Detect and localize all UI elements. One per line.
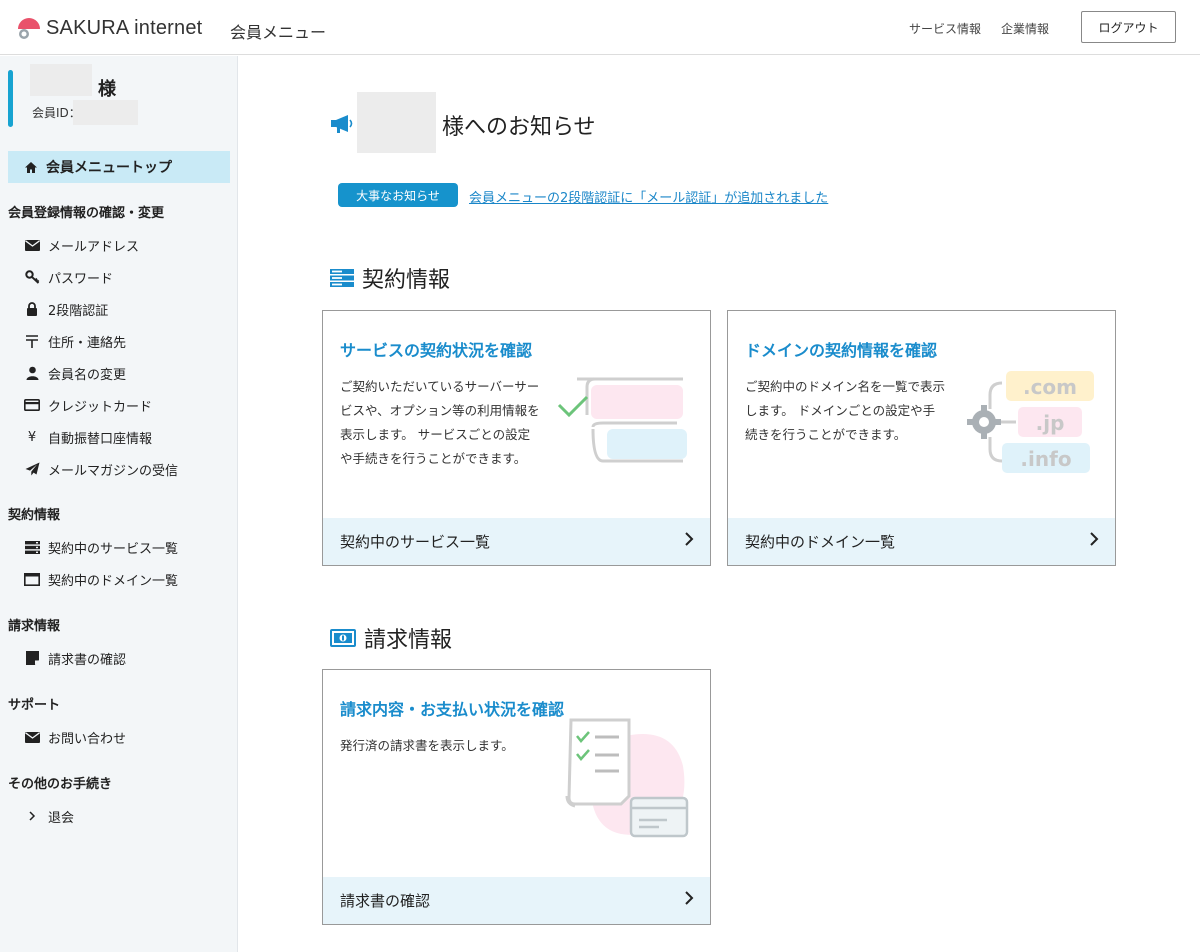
notice-user-redacted — [357, 92, 436, 153]
user-icon — [24, 365, 40, 381]
envelope-icon — [24, 729, 40, 745]
tld-com-label: .com — [1023, 375, 1077, 399]
sidebar-item-service-list[interactable]: 契約中のサービス一覧 — [24, 536, 178, 558]
header-title: 会員メニュー — [230, 23, 327, 42]
sidebar-item-label: 自動振替口座情報 — [48, 431, 153, 447]
server-icon — [24, 539, 40, 555]
sidebar-item-label: メールマガジンの受信 — [48, 463, 179, 479]
sidebar-item-2fa[interactable]: 2段階認証 — [24, 298, 108, 320]
card-footer-label: 契約中のドメイン一覧 — [745, 533, 896, 551]
section-title: 請求情報 — [364, 628, 453, 653]
sidebar-section-title: 会員登録情報の確認・変更 — [8, 206, 165, 221]
sidebar-item-bank-account[interactable]: ¥ 自動振替口座情報 — [24, 426, 152, 448]
sidebar-item-label: 契約中のサービス一覧 — [48, 541, 179, 557]
card-description: ご契約中のドメイン名を一覧で表示します。 ドメインごとの設定や手続きを行うことが… — [745, 379, 946, 442]
section-title: 契約情報 — [362, 268, 451, 293]
chevron-right-icon — [684, 531, 694, 552]
sidebar-item-credit-card[interactable]: クレジットカード — [24, 394, 152, 416]
megaphone-icon — [331, 115, 353, 133]
card-footer-link[interactable]: 契約中のサービス一覧 — [323, 518, 710, 565]
card-title: 請求内容・お支払い状況を確認 — [340, 700, 565, 719]
paper-plane-icon — [24, 461, 40, 477]
top-header: SAKURA internet 会員メニュー サービス情報 企業情報 ログアウト — [0, 0, 1200, 55]
sidebar-section-title: サポート — [8, 698, 61, 713]
sidebar-item-member-top[interactable]: 会員メニュートップ — [8, 151, 230, 183]
window-icon — [24, 571, 40, 587]
contract-section-heading: 契約情報 — [330, 262, 450, 294]
server-icon — [330, 269, 354, 287]
card-footer-label: 契約中のサービス一覧 — [340, 533, 491, 551]
tld-jp-label: .jp — [1036, 411, 1065, 435]
sidebar-item-contact[interactable]: お問い合わせ — [24, 726, 126, 748]
domain-illustration: .com .jp .info — [967, 371, 1094, 473]
important-notice-badge: 大事なお知らせ — [338, 183, 458, 207]
user-name-redacted — [30, 64, 92, 96]
sidebar-item-newsletter[interactable]: メールマガジンの受信 — [24, 458, 178, 480]
billing-card[interactable]: 請求内容・お支払い状況を確認 発行済の請求書を表示します。 請求書の確認 — [322, 669, 711, 925]
sidebar-item-address[interactable]: 住所・連絡先 — [24, 330, 126, 352]
note-icon — [24, 650, 40, 666]
sakura-logo[interactable]: SAKURA internet — [16, 14, 202, 42]
key-icon — [24, 269, 40, 285]
chevron-right-icon — [1089, 531, 1099, 552]
header-link-company-info[interactable]: 企業情報 — [1001, 20, 1049, 37]
sidebar-item-label: 住所・連絡先 — [48, 335, 127, 351]
card-title: ドメインの契約情報を確認 — [745, 341, 938, 360]
sidebar-item-label: 退会 — [48, 810, 75, 826]
sidebar-item-invoice[interactable]: 請求書の確認 — [24, 647, 126, 669]
member-id-redacted — [73, 100, 138, 125]
notice-title: 様へのお知らせ — [442, 115, 596, 140]
brand-name: SAKURA internet — [46, 16, 203, 39]
sidebar-item-domain-list[interactable]: 契約中のドメイン一覧 — [24, 568, 178, 590]
service-contract-card[interactable]: サービスの契約状況を確認 ご契約いただいているサーバーサービスや、オプション等の… — [322, 310, 711, 566]
service-illustration — [557, 377, 687, 463]
sidebar-section-title: その他のお手続き — [8, 777, 113, 792]
sidebar-item-withdraw[interactable]: 退会 — [24, 805, 74, 827]
sidebar-section-title: 請求情報 — [8, 619, 61, 634]
sidebar-item-label: 契約中のドメイン一覧 — [48, 573, 179, 589]
sidebar-item-label: 会員メニュートップ — [46, 160, 172, 176]
credit-card-icon — [24, 397, 40, 413]
invoice-illustration — [565, 718, 689, 838]
sidebar-item-email[interactable]: メールアドレス — [24, 234, 139, 256]
money-icon — [330, 629, 356, 647]
sidebar-item-password[interactable]: パスワード — [24, 266, 113, 288]
sidebar-item-label: 2段階認証 — [48, 303, 109, 319]
card-footer-link[interactable]: 契約中のドメイン一覧 — [728, 518, 1115, 565]
tld-info-label: .info — [1020, 447, 1071, 471]
logout-button[interactable]: ログアウト — [1081, 11, 1176, 43]
user-accent-bar — [8, 70, 13, 127]
sidebar-item-label: お問い合わせ — [48, 731, 127, 747]
sidebar-item-label: 請求書の確認 — [48, 652, 127, 668]
chevron-right-icon — [684, 890, 694, 911]
card-title: サービスの契約状況を確認 — [340, 341, 533, 360]
home-icon — [25, 161, 37, 173]
postal-mark-icon — [24, 333, 40, 349]
card-footer-label: 請求書の確認 — [340, 892, 431, 910]
card-description: ご契約いただいているサーバーサービスや、オプション等の利用情報を表示します。 サ… — [340, 379, 540, 466]
sidebar-item-label: 会員名の変更 — [48, 367, 127, 383]
domain-contract-card[interactable]: ドメインの契約情報を確認 ご契約中のドメイン名を一覧で表示します。 ドメインごと… — [727, 310, 1116, 566]
header-link-service-info[interactable]: サービス情報 — [909, 20, 981, 37]
card-description: 発行済の請求書を表示します。 — [340, 738, 514, 753]
main-content: 様へのお知らせ 大事なお知らせ 会員メニューの2段階認証に「メール認証」が追加さ… — [240, 56, 1200, 952]
envelope-icon — [24, 237, 40, 253]
billing-section-heading: 請求情報 — [330, 622, 452, 654]
sidebar: 様 会員ID： 会員メニュートップ 会員登録情報の確認・変更 メールアドレス パ… — [0, 56, 238, 952]
sakura-logo-icon — [18, 18, 40, 39]
lock-icon — [24, 301, 40, 317]
sidebar-item-label: パスワード — [48, 271, 114, 287]
sidebar-section-title: 契約情報 — [8, 508, 61, 523]
sidebar-item-label: メールアドレス — [48, 239, 140, 255]
sidebar-item-member-name[interactable]: 会員名の変更 — [24, 362, 126, 384]
sidebar-item-label: クレジットカード — [48, 399, 153, 415]
user-name-suffix: 様 — [98, 79, 116, 100]
yen-icon: ¥ — [27, 429, 37, 445]
card-footer-link[interactable]: 請求書の確認 — [323, 877, 710, 924]
notice-link[interactable]: 会員メニューの2段階認証に「メール認証」が追加されました — [469, 187, 828, 206]
chevron-right-icon — [24, 808, 40, 824]
